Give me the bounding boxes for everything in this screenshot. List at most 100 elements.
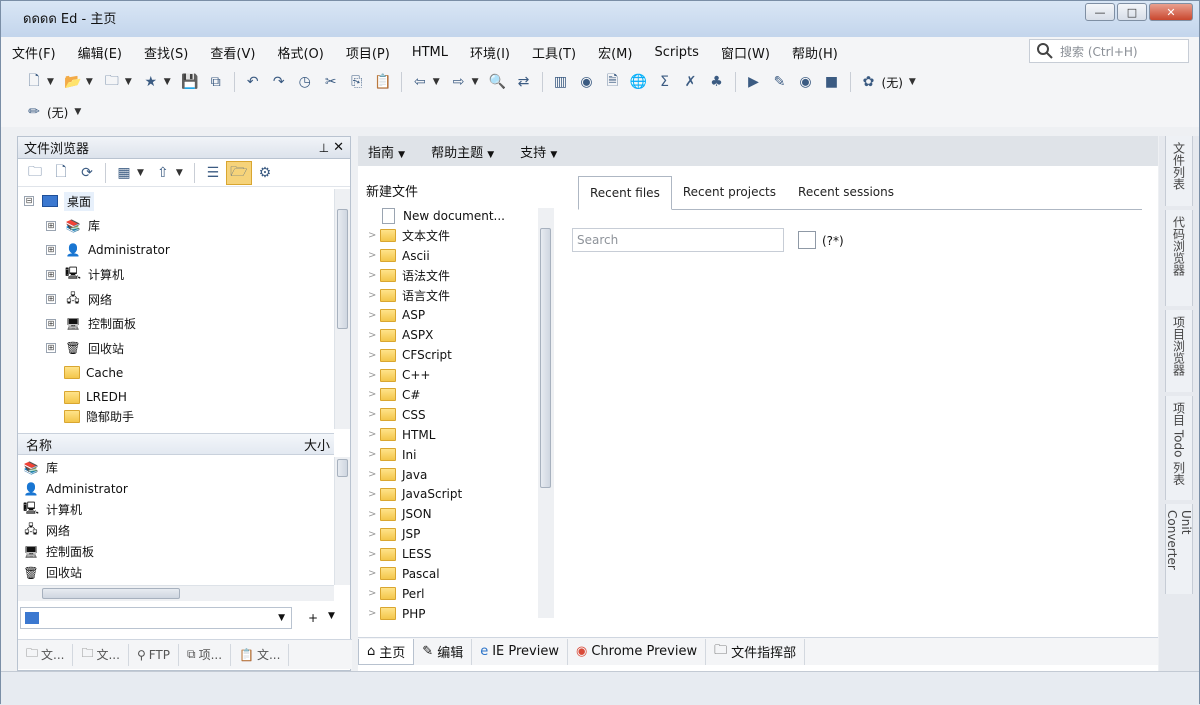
scrollbar-thumb[interactable] (42, 588, 180, 599)
list-item[interactable]: > JavaScript (368, 484, 538, 504)
list-item[interactable]: > 语法文件 (368, 266, 538, 286)
close-icon[interactable]: ✕ (333, 140, 344, 155)
tab-recent-projects[interactable]: Recent projects (672, 175, 787, 209)
paste-icon[interactable]: 📋 (370, 70, 396, 94)
list-item[interactable]: > ASP (368, 305, 538, 325)
dropdown-arrow-icon[interactable]: ▼ (125, 77, 132, 87)
menu-html[interactable]: HTML (401, 45, 459, 60)
regex-checkbox[interactable] (798, 231, 816, 249)
scrollbar-thumb[interactable] (540, 228, 551, 488)
pin-icon[interactable]: ⊥ (319, 141, 329, 155)
scrollbar-thumb[interactable] (337, 459, 348, 477)
menu-project[interactable]: 项目(P) (335, 43, 401, 62)
add-filter-icon[interactable]: + (308, 611, 318, 625)
side-tab-code-browser[interactable]: 代码浏览器 (1165, 210, 1193, 306)
dropdown-arrow-icon[interactable]: ▼ (909, 77, 916, 87)
dropdown-arrow-icon[interactable]: ▼ (164, 77, 171, 87)
tab-edit[interactable]: ✎ 编辑 (414, 638, 473, 665)
tools-icon[interactable]: ✗ (678, 70, 704, 94)
list-item[interactable]: 🖥 控制面板 (18, 541, 334, 562)
list-scrollbar[interactable] (334, 457, 350, 585)
tree-item-helper[interactable]: 隐郁助手 (18, 410, 334, 424)
list-item[interactable]: 📚 库 (18, 457, 334, 478)
view-mode-icon[interactable]: ▦ (111, 161, 137, 185)
document-check-icon[interactable]: 🗎 (600, 70, 626, 94)
maximize-button[interactable]: □ (1117, 3, 1147, 21)
list-item[interactable]: > JSON (368, 504, 538, 524)
list-item[interactable]: > Ini (368, 445, 538, 465)
recent-search-input[interactable]: Search (572, 228, 784, 252)
up-arrow-icon[interactable]: ⇧ (150, 161, 176, 185)
sync-icon[interactable]: ⟳ (74, 161, 100, 185)
expand-icon[interactable]: ⊞ (46, 269, 56, 280)
spellcheck-icon[interactable]: ◉ (574, 70, 600, 94)
open-project-icon[interactable]: 🗀 (99, 70, 125, 94)
side-tab-project-browser[interactable]: 项目浏览器 (1165, 310, 1193, 392)
dropdown-arrow-icon[interactable]: ▼ (86, 77, 93, 87)
save-all-icon[interactable]: ⧉ (203, 70, 229, 94)
list-item[interactable]: > Perl (368, 584, 538, 604)
tab-recent-sessions[interactable]: Recent sessions (787, 175, 905, 209)
tree-item-lredh[interactable]: LREDH (18, 385, 334, 410)
list-item[interactable]: > Pascal (368, 564, 538, 584)
tab-chrome-preview[interactable]: ◉ Chrome Preview (568, 638, 707, 665)
stop-icon[interactable]: ■ (819, 70, 845, 94)
menu-environment[interactable]: 环境(I) (459, 43, 521, 62)
column-size[interactable]: 大小 (304, 435, 334, 454)
list-item[interactable]: 👤 Administrator (18, 478, 334, 499)
list-item[interactable]: > CFScript (368, 345, 538, 365)
tree-item-desktop[interactable]: ⊟ 桌面 (18, 189, 334, 214)
tab-ie-preview[interactable]: e IE Preview (472, 638, 568, 665)
side-tab-file-list[interactable]: 文件列表 (1165, 136, 1193, 206)
scrollbar-thumb[interactable] (337, 209, 348, 329)
tab-file-browser[interactable]: 🗀 文... (18, 643, 74, 666)
list-view-icon[interactable]: ☰ (200, 161, 226, 185)
menu-search[interactable]: 查找(S) (133, 43, 199, 62)
column-mode-icon[interactable]: ▥ (548, 70, 574, 94)
menu-window[interactable]: 窗口(W) (710, 43, 781, 62)
list-horizontal-scrollbar[interactable] (18, 585, 334, 601)
folder-icon[interactable]: 🗀 (22, 161, 48, 185)
menu-tools[interactable]: 工具(T) (521, 43, 587, 62)
folder-view-icon[interactable]: 🗁 (225, 160, 252, 185)
menu-scripts[interactable]: Scripts (643, 45, 709, 60)
path-combobox[interactable]: ▼ (20, 607, 292, 629)
list-item[interactable]: > 语言文件 (368, 286, 538, 306)
replace-icon[interactable]: ⇄ (511, 70, 537, 94)
expand-icon[interactable]: ⊞ (46, 220, 56, 231)
list-item[interactable]: > C++ (368, 365, 538, 385)
plugin-icon[interactable]: ♣ (704, 70, 730, 94)
menu-macro[interactable]: 宏(M) (587, 43, 643, 62)
new-document-item[interactable]: New document... (368, 206, 538, 226)
browser-globe-icon[interactable]: 🌐 (626, 70, 652, 94)
help-search-box[interactable]: 搜索 (Ctrl+H) (1029, 39, 1189, 63)
minimize-button[interactable]: — (1085, 3, 1115, 21)
tab-file-list[interactable]: 🗀 文... (73, 643, 129, 666)
side-tab-project-todo[interactable]: 项目 Todo 列表 (1165, 396, 1193, 500)
dropdown-arrow-icon[interactable]: ▼ (472, 77, 479, 87)
undo-icon[interactable]: ↶ (240, 70, 266, 94)
tree-scrollbar[interactable] (334, 189, 350, 429)
expand-icon[interactable]: ⊞ (46, 294, 56, 305)
style-label[interactable]: (无) (47, 104, 68, 121)
list-item[interactable]: > Ascii (368, 246, 538, 266)
list-item[interactable]: > HTML (368, 425, 538, 445)
menu-view[interactable]: 查看(V) (199, 43, 266, 62)
forward-arrow-icon[interactable]: ⇨ (446, 70, 472, 94)
tab-document[interactable]: 📋 文... (231, 643, 290, 666)
list-item[interactable]: > CSS (368, 405, 538, 425)
dropdown-arrow-icon[interactable]: ▼ (433, 77, 440, 87)
tree-item-control-panel[interactable]: ⊞ 🖥 控制面板 (18, 312, 334, 337)
new-file-icon[interactable]: 🗋 (21, 70, 47, 94)
tree-item-network[interactable]: ⊞ 🖧 网络 (18, 287, 334, 312)
list-item[interactable]: 🖳 计算机 (18, 499, 334, 520)
dropdown-arrow-icon[interactable]: ▼ (176, 168, 183, 178)
menu-support[interactable]: 支持 ▼ (520, 142, 557, 161)
tab-recent-files[interactable]: Recent files (578, 176, 672, 210)
tree-item-administrator[interactable]: ⊞ 👤 Administrator (18, 238, 334, 263)
favorites-star-icon[interactable]: ★ (138, 70, 164, 94)
history-icon[interactable]: ◷ (292, 70, 318, 94)
list-item[interactable]: > Java (368, 465, 538, 485)
list-item[interactable]: > ASPX (368, 325, 538, 345)
dropdown-arrow-icon[interactable]: ▼ (74, 107, 81, 117)
